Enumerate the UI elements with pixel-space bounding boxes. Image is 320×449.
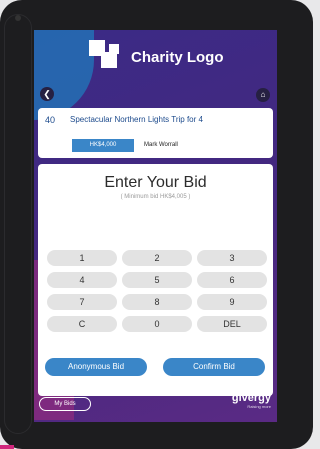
camera-icon	[15, 15, 21, 21]
logo-text: Charity Logo	[131, 48, 224, 66]
home-icon: ⌂	[260, 90, 266, 99]
bezel-edge	[4, 14, 32, 434]
auction-item-card[interactable]: 40 Spectacular Northern Lights Trip for …	[38, 108, 273, 158]
pink-accent	[0, 445, 14, 449]
key-6[interactable]: 6	[197, 272, 267, 288]
key-delete[interactable]: DEL	[197, 316, 267, 332]
my-bids-button[interactable]: My Bids	[39, 397, 91, 411]
minimum-bid-hint: ( Minimum bid HK$4,005 )	[120, 194, 191, 200]
brand-name: givergy	[231, 392, 271, 404]
back-icon: ❮	[43, 89, 51, 99]
bid-entry-panel: Enter Your Bid ( Minimum bid HK$4,005 ) …	[38, 164, 273, 396]
app-screen: Charity Logo ❮ ⌂ 40 Spectacular Northern…	[34, 30, 277, 422]
decorative-shape	[34, 30, 94, 120]
item-title: Spectacular Northern Lights Trip for 4	[70, 115, 203, 124]
home-button[interactable]: ⌂	[256, 88, 270, 102]
current-bid-badge: HK$4,000	[72, 139, 134, 152]
key-9[interactable]: 9	[197, 294, 267, 310]
back-button[interactable]: ❮	[40, 87, 54, 101]
key-1[interactable]: 1	[47, 250, 117, 266]
key-clear[interactable]: C	[47, 316, 117, 332]
brand-tagline: Raising more	[247, 404, 271, 409]
key-5[interactable]: 5	[122, 272, 192, 288]
key-7[interactable]: 7	[47, 294, 117, 310]
key-3[interactable]: 3	[197, 250, 267, 266]
givergy-logo: givergy Raising more	[232, 392, 271, 409]
lot-number: 40	[45, 115, 56, 125]
key-0[interactable]: 0	[122, 316, 192, 332]
confirm-bid-button[interactable]: Confirm Bid	[163, 358, 265, 376]
anonymous-bid-button[interactable]: Anonymous Bid	[45, 358, 147, 376]
key-4[interactable]: 4	[47, 272, 117, 288]
charity-logo: Charity Logo	[89, 40, 224, 74]
key-2[interactable]: 2	[122, 250, 192, 266]
logo-mark-icon	[89, 40, 123, 74]
bidder-name: Mark Worrall	[144, 142, 178, 148]
bid-heading: Enter Your Bid	[104, 174, 207, 191]
key-8[interactable]: 8	[122, 294, 192, 310]
tablet-frame: Charity Logo ❮ ⌂ 40 Spectacular Northern…	[0, 0, 313, 449]
